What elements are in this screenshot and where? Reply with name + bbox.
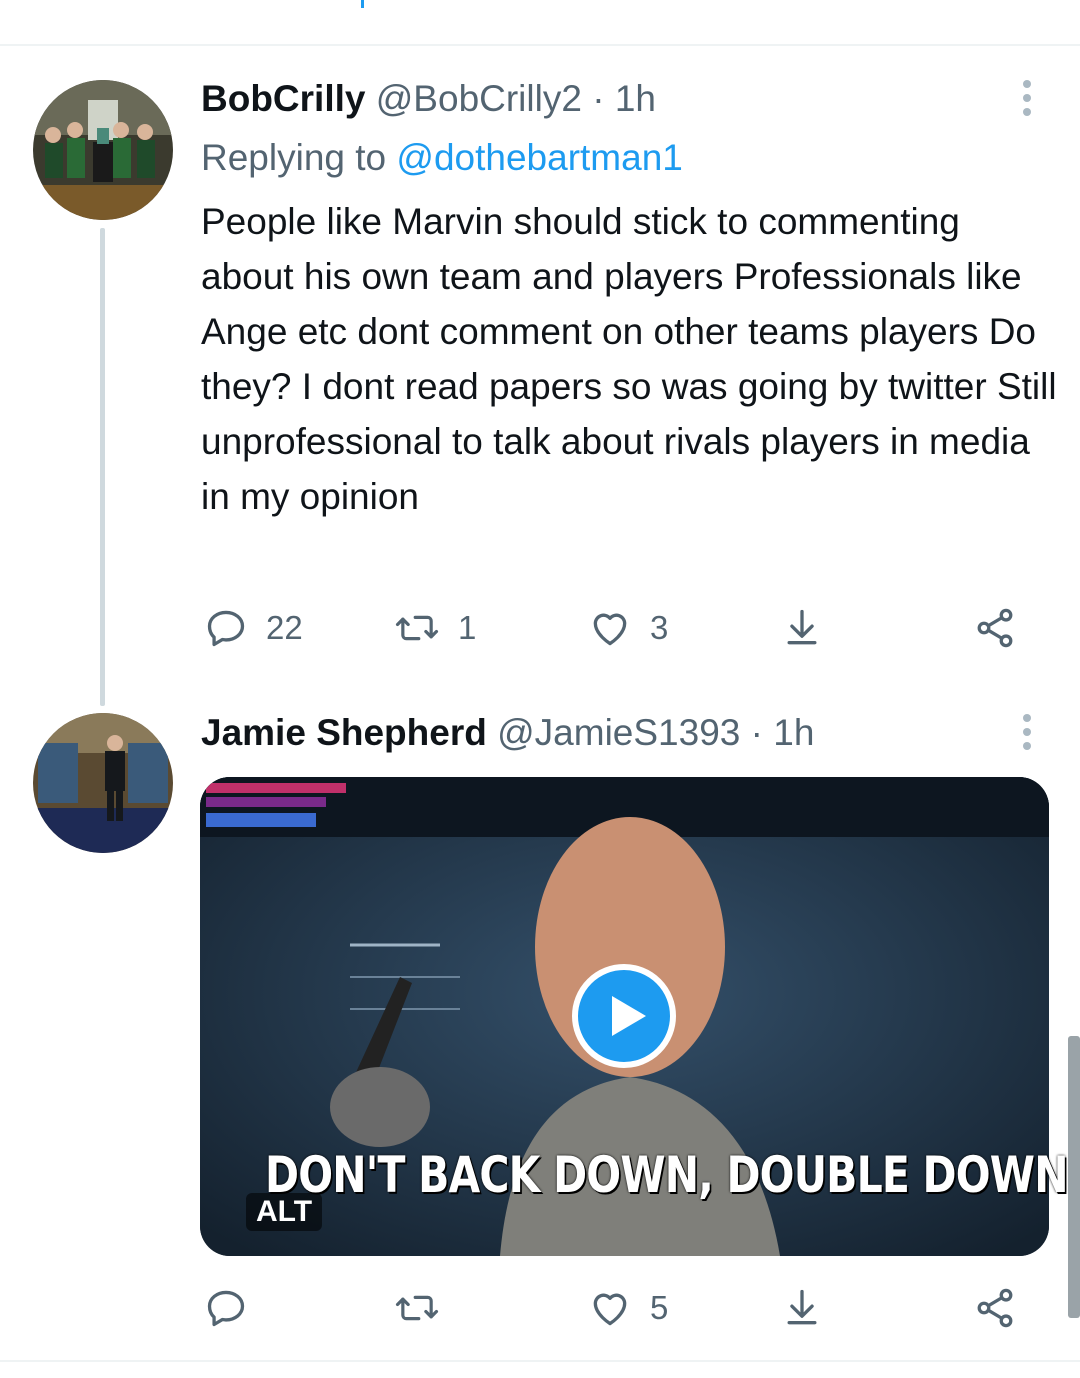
avatar[interactable]: [33, 713, 173, 853]
like-icon: [593, 1293, 627, 1326]
retweet-icon: [395, 615, 439, 641]
tweet-actions: 22 1 3: [0, 603, 1080, 653]
tweet-header: BobCrilly @BobCrilly2 · 1h: [201, 78, 656, 120]
avatar[interactable]: [33, 80, 173, 220]
retweet-icon: [395, 1295, 439, 1321]
alt-badge[interactable]: ALT: [246, 1193, 323, 1231]
retweet-button[interactable]: 1: [394, 603, 476, 653]
tweet-header: Jamie Shepherd @JamieS1393 · 1h: [201, 712, 814, 754]
display-name[interactable]: BobCrilly: [201, 78, 365, 119]
share-network-icon: [977, 608, 1013, 648]
share-button[interactable]: [780, 1283, 824, 1333]
tweet-actions: 5: [0, 1283, 1080, 1333]
timestamp[interactable]: 1h: [773, 712, 814, 753]
tweet-text: People like Marvin should stick to comme…: [201, 201, 1057, 517]
scrollbar[interactable]: [1068, 1036, 1080, 1318]
display-name[interactable]: Jamie Shepherd: [201, 712, 487, 753]
play-icon: [612, 996, 646, 1036]
share-network-icon: [977, 1288, 1013, 1328]
reply-icon: [207, 1290, 245, 1327]
replying-to-link[interactable]: @dothebartman1: [396, 137, 682, 178]
replying-to: Replying to @dothebartman1: [201, 137, 683, 179]
reply-count: 22: [266, 609, 303, 646]
share-icon: [787, 609, 817, 645]
separator-dot: ·: [592, 78, 605, 119]
user-handle[interactable]: @JamieS1393: [497, 712, 740, 753]
replying-prefix: Replying to: [201, 137, 387, 178]
bottom-divider: [0, 1360, 1080, 1362]
share-network-button[interactable]: [972, 1283, 1018, 1333]
like-icon: [593, 613, 627, 646]
like-button[interactable]: 5: [588, 1283, 668, 1333]
share-network-button[interactable]: [972, 603, 1018, 653]
top-divider: [0, 44, 1080, 46]
more-icon[interactable]: [1013, 78, 1041, 126]
share-icon: [787, 1289, 817, 1325]
like-count: 5: [650, 1289, 669, 1326]
separator-dot: ·: [750, 712, 763, 753]
like-count: 3: [650, 609, 669, 646]
timestamp[interactable]: 1h: [615, 78, 656, 119]
share-button[interactable]: [780, 603, 824, 653]
retweet-button[interactable]: [394, 1283, 458, 1333]
reply-button[interactable]: 22: [204, 603, 303, 653]
like-button[interactable]: 3: [588, 603, 668, 653]
play-button[interactable]: [572, 964, 676, 1068]
more-icon[interactable]: [1013, 712, 1041, 760]
gif-caption: DON'T BACK DOWN, DOUBLE DOWN: [265, 1146, 1069, 1204]
reply-icon: [207, 610, 245, 647]
tab-indicator: [361, 0, 364, 8]
retweet-count: 1: [458, 609, 477, 646]
reply-button[interactable]: [204, 1283, 266, 1333]
user-handle[interactable]: @BobCrilly2: [376, 78, 582, 119]
